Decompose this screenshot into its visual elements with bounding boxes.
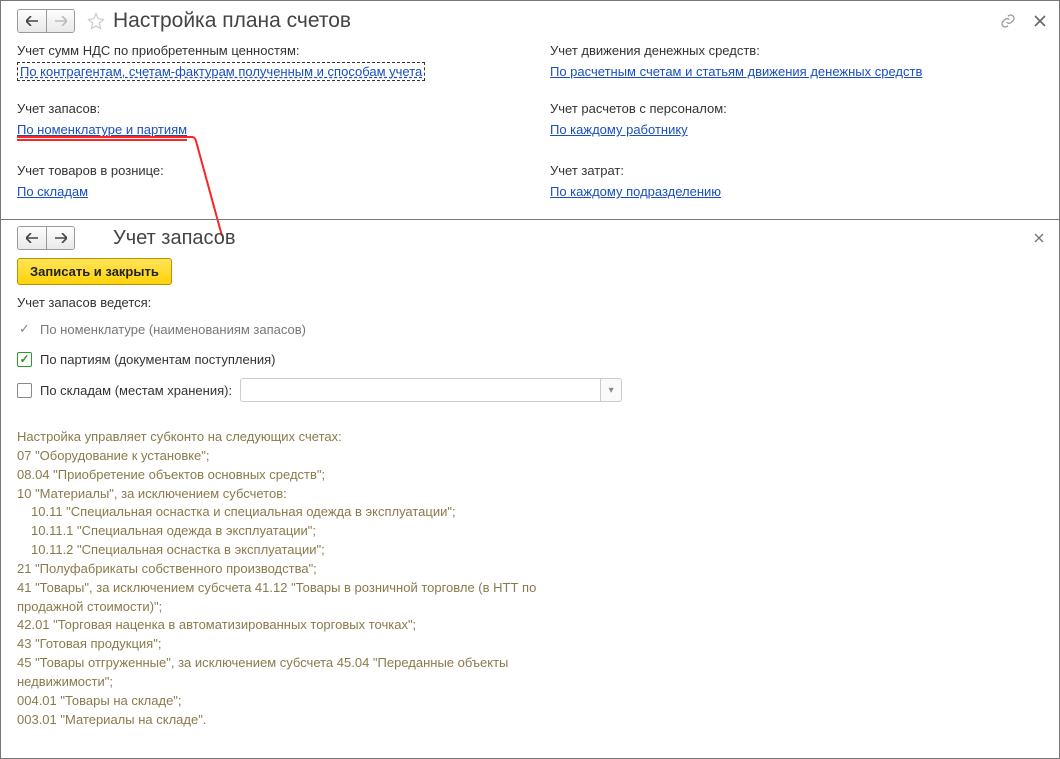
option-batches-row: ✓ По партиям (документам поступления)	[17, 348, 1043, 370]
close-icon	[1034, 233, 1044, 243]
option-warehouses-checkbox[interactable]	[17, 383, 32, 398]
setting-retail-label: Учет товаров в рознице:	[17, 163, 510, 178]
close-main-button[interactable]	[1031, 12, 1049, 30]
nav-buttons	[17, 9, 75, 33]
setting-staff-link[interactable]: По каждому работнику	[550, 122, 688, 137]
arrow-right-icon	[55, 233, 67, 243]
sub-nav-back-button[interactable]	[18, 227, 46, 249]
settings-grid: Учет сумм НДС по приобретенным ценностям…	[1, 37, 1059, 219]
desc-line: 08.04 "Приобретение объектов основных ср…	[17, 467, 325, 482]
setting-money: Учет движения денежных средств: По расче…	[550, 43, 1043, 79]
check-icon: ✓	[19, 352, 29, 366]
setting-stock-label: Учет запасов:	[17, 101, 510, 116]
option-batches-label: По партиям (документам поступления)	[40, 352, 276, 367]
desc-line: 43 "Готовая продукция";	[17, 636, 161, 651]
setting-nds-label: Учет сумм НДС по приобретенным ценностям…	[17, 43, 510, 58]
main-header: Настройка плана счетов	[1, 1, 1059, 37]
desc-line: 003.01 "Материалы на складе".	[17, 712, 206, 727]
setting-retail-link[interactable]: По складам	[17, 184, 88, 199]
save-and-close-button[interactable]: Записать и закрыть	[17, 258, 172, 285]
sub-nav-buttons	[17, 226, 75, 250]
setting-costs-label: Учет затрат:	[550, 163, 1043, 178]
sub-window-title: Учет запасов	[113, 227, 236, 250]
desc-line: 10.11 "Специальная оснастка и специальна…	[17, 503, 545, 522]
form-area: Учет запасов ведется: ✓ По номенклатуре …	[1, 295, 1059, 420]
desc-line: 004.01 "Товары на складе";	[17, 693, 182, 708]
accounting-label: Учет запасов ведется:	[17, 295, 1043, 310]
setting-costs-link[interactable]: По каждому подразделению	[550, 184, 721, 199]
favorite-star-icon[interactable]	[85, 10, 107, 32]
chevron-down-icon: ▾	[609, 385, 614, 396]
action-bar: Записать и закрыть	[1, 252, 1059, 295]
desc-line: 21 "Полуфабрикаты собственного производс…	[17, 561, 317, 576]
setting-nds-link[interactable]: По контрагентам, счетам-фактурам получен…	[17, 62, 425, 81]
link-icon[interactable]	[999, 12, 1017, 30]
setting-costs: Учет затрат: По каждому подразделению	[550, 163, 1043, 199]
setting-stock-link[interactable]: По номенклатуре и партиям	[17, 122, 187, 137]
desc-line: 10 "Материалы", за исключением субсчетов…	[17, 486, 287, 501]
setting-money-label: Учет движения денежных средств:	[550, 43, 1043, 58]
setting-staff-label: Учет расчетов с персоналом:	[550, 101, 1043, 116]
desc-line: 10.11.2 "Специальная оснастка в эксплуат…	[17, 541, 545, 560]
setting-stock: Учет запасов: По номенклатуре и партиям	[17, 101, 510, 141]
setting-retail: Учет товаров в рознице: По складам	[17, 163, 510, 199]
warehouse-select-input[interactable]	[240, 378, 600, 402]
option-nomenclature-row: ✓ По номенклатуре (наименованиям запасов…	[17, 318, 1043, 340]
setting-money-link[interactable]: По расчетным счетам и статьям движения д…	[550, 64, 922, 79]
nav-forward-button[interactable]	[46, 10, 74, 32]
desc-intro: Настройка управляет субконто на следующи…	[17, 429, 342, 444]
setting-staff: Учет расчетов с персоналом: По каждому р…	[550, 101, 1043, 141]
close-icon	[1034, 15, 1046, 27]
sub-nav-forward-button[interactable]	[46, 227, 74, 249]
arrow-left-icon	[26, 16, 38, 26]
option-batches-checkbox[interactable]: ✓	[17, 352, 32, 367]
option-nomenclature-label: По номенклатуре (наименованиям запасов)	[40, 322, 306, 337]
sub-close-button[interactable]	[1031, 230, 1047, 246]
arrow-left-icon	[26, 233, 38, 243]
warehouse-select-dropdown[interactable]: ▾	[600, 378, 622, 402]
description-text: Настройка управляет субконто на следующи…	[1, 420, 561, 738]
arrow-right-icon	[55, 16, 67, 26]
setting-nds: Учет сумм НДС по приобретенным ценностям…	[17, 43, 510, 79]
desc-line: 41 "Товары", за исключением субсчета 41.…	[17, 580, 536, 614]
sub-header: Учет запасов	[1, 220, 1059, 252]
desc-line: 07 "Оборудование к установке";	[17, 448, 210, 463]
desc-line: 45 "Товары отгруженные", за исключением …	[17, 655, 508, 689]
desc-line: 10.11.1 "Специальная одежда в эксплуатац…	[17, 522, 545, 541]
check-icon: ✓	[19, 321, 30, 337]
warehouse-select: ▾	[240, 378, 622, 402]
nav-back-button[interactable]	[18, 10, 46, 32]
desc-line: 42.01 "Торговая наценка в автоматизирова…	[17, 617, 416, 632]
page-title: Настройка плана счетов	[113, 9, 351, 33]
option-warehouses-label: По складам (местам хранения):	[40, 383, 232, 398]
option-warehouses-row: По складам (местам хранения): ▾	[17, 378, 1043, 402]
sub-window: Учет запасов Записать и закрыть Учет зап…	[1, 219, 1059, 758]
